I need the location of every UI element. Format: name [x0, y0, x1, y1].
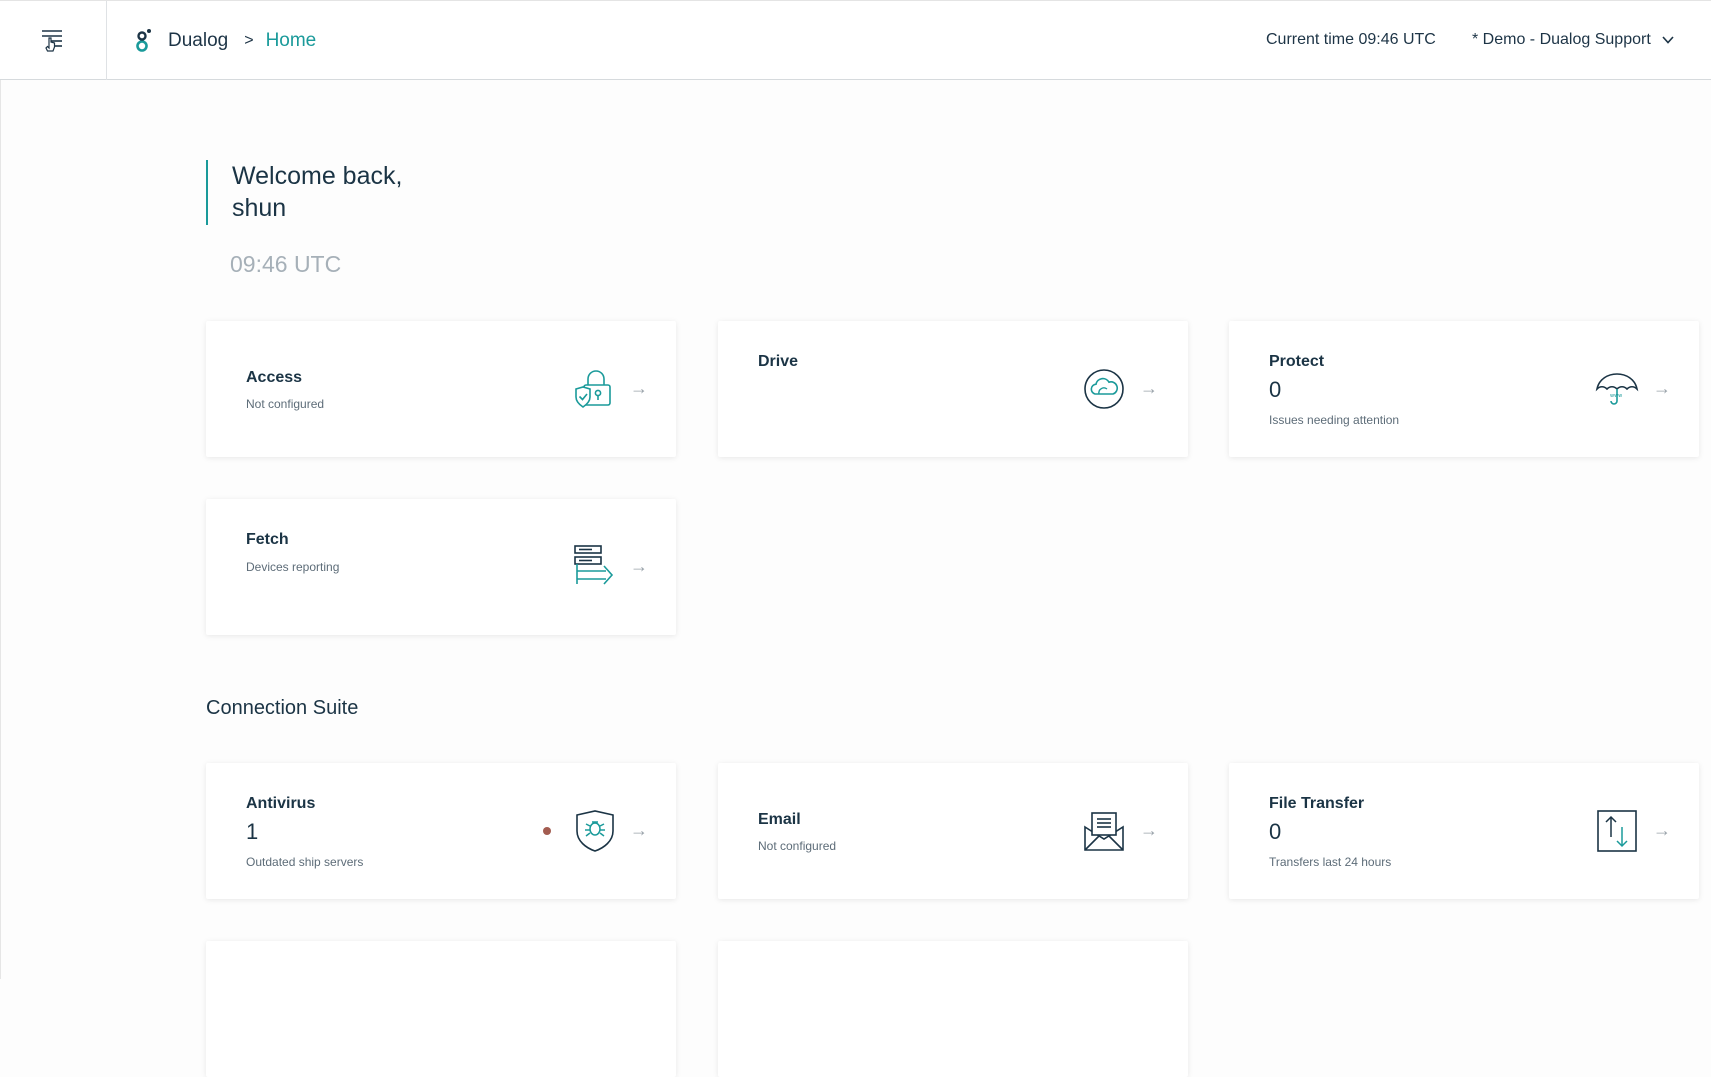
chevron-down-icon	[1662, 36, 1674, 44]
card-title: Email	[758, 811, 801, 828]
card-fetch[interactable]: Fetch Devices reporting →	[206, 499, 676, 635]
card-title: Antivirus	[246, 795, 316, 812]
card-subtitle: Not configured	[758, 839, 837, 853]
svg-text:www: www	[1610, 393, 1622, 399]
menu-toggle-button[interactable]	[0, 1, 107, 80]
arrow-right-icon: →	[630, 820, 648, 840]
card-antivirus[interactable]: Antivirus 1 Outdated ship servers →	[206, 763, 676, 899]
section-heading-connection-suite: Connection Suite	[206, 697, 359, 719]
server-transfer-icon	[574, 545, 614, 585]
upload-download-icon	[1597, 810, 1637, 852]
dualog-logo-icon	[136, 29, 151, 52]
top-bar: Dualog > Home Current time 09:46 UTC * D…	[0, 0, 1711, 80]
card-title: Access	[246, 369, 303, 386]
card-partial-left[interactable]	[206, 941, 676, 1077]
welcome-block: Welcome back, shun	[206, 160, 402, 225]
arrow-right-icon: →	[1140, 820, 1158, 840]
account-selector[interactable]: * Demo - Dualog Support	[1472, 31, 1675, 49]
umbrella-icon: www	[1595, 373, 1639, 405]
card-protect[interactable]: Protect 0 Issues needing attention www →	[1229, 321, 1699, 457]
card-partial-middle[interactable]	[718, 941, 1188, 1077]
card-title: File Transfer	[1269, 795, 1365, 812]
breadcrumb-separator: >	[244, 32, 254, 49]
welcome-time: 09:46 UTC	[230, 251, 342, 277]
card-count: 1	[246, 819, 259, 844]
envelope-icon	[1084, 812, 1124, 851]
card-title: Drive	[758, 353, 799, 370]
card-title: Protect	[1269, 353, 1325, 370]
card-subtitle: Not configured	[246, 397, 325, 411]
breadcrumb-current: Home	[265, 30, 317, 51]
card-count: 0	[1269, 377, 1282, 402]
card-subtitle: Issues needing attention	[1269, 413, 1400, 427]
card-drive[interactable]: Drive →	[718, 321, 1188, 457]
left-border	[0, 80, 1, 979]
arrow-right-icon: →	[1653, 820, 1671, 840]
arrow-right-icon: →	[1140, 378, 1158, 398]
card-count: 0	[1269, 819, 1282, 844]
account-label: * Demo - Dualog Support	[1472, 31, 1651, 48]
card-subtitle: Outdated ship servers	[246, 855, 364, 869]
welcome-username: shun	[232, 194, 287, 222]
lock-shield-icon	[575, 370, 611, 408]
card-subtitle: Devices reporting	[246, 560, 340, 574]
welcome-heading: Welcome back,	[232, 162, 403, 190]
current-time: Current time 09:46 UTC	[1266, 31, 1436, 48]
breadcrumb: Dualog > Home	[134, 27, 316, 55]
menu-icon	[42, 29, 62, 52]
card-subtitle: Transfers last 24 hours	[1269, 855, 1392, 869]
card-email[interactable]: Email Not configured →	[718, 763, 1188, 899]
cloud-icon	[1084, 369, 1124, 409]
arrow-right-icon: →	[630, 556, 648, 576]
shield-bug-icon	[576, 810, 614, 852]
brand-link[interactable]: Dualog	[168, 30, 228, 52]
status-dot	[543, 827, 551, 835]
card-file-transfer[interactable]: File Transfer 0 Transfers last 24 hours …	[1229, 763, 1699, 899]
arrow-right-icon: →	[630, 378, 648, 398]
card-access[interactable]: Access Not configured →	[206, 321, 676, 457]
arrow-right-icon: →	[1653, 378, 1671, 398]
card-title: Fetch	[246, 531, 289, 548]
